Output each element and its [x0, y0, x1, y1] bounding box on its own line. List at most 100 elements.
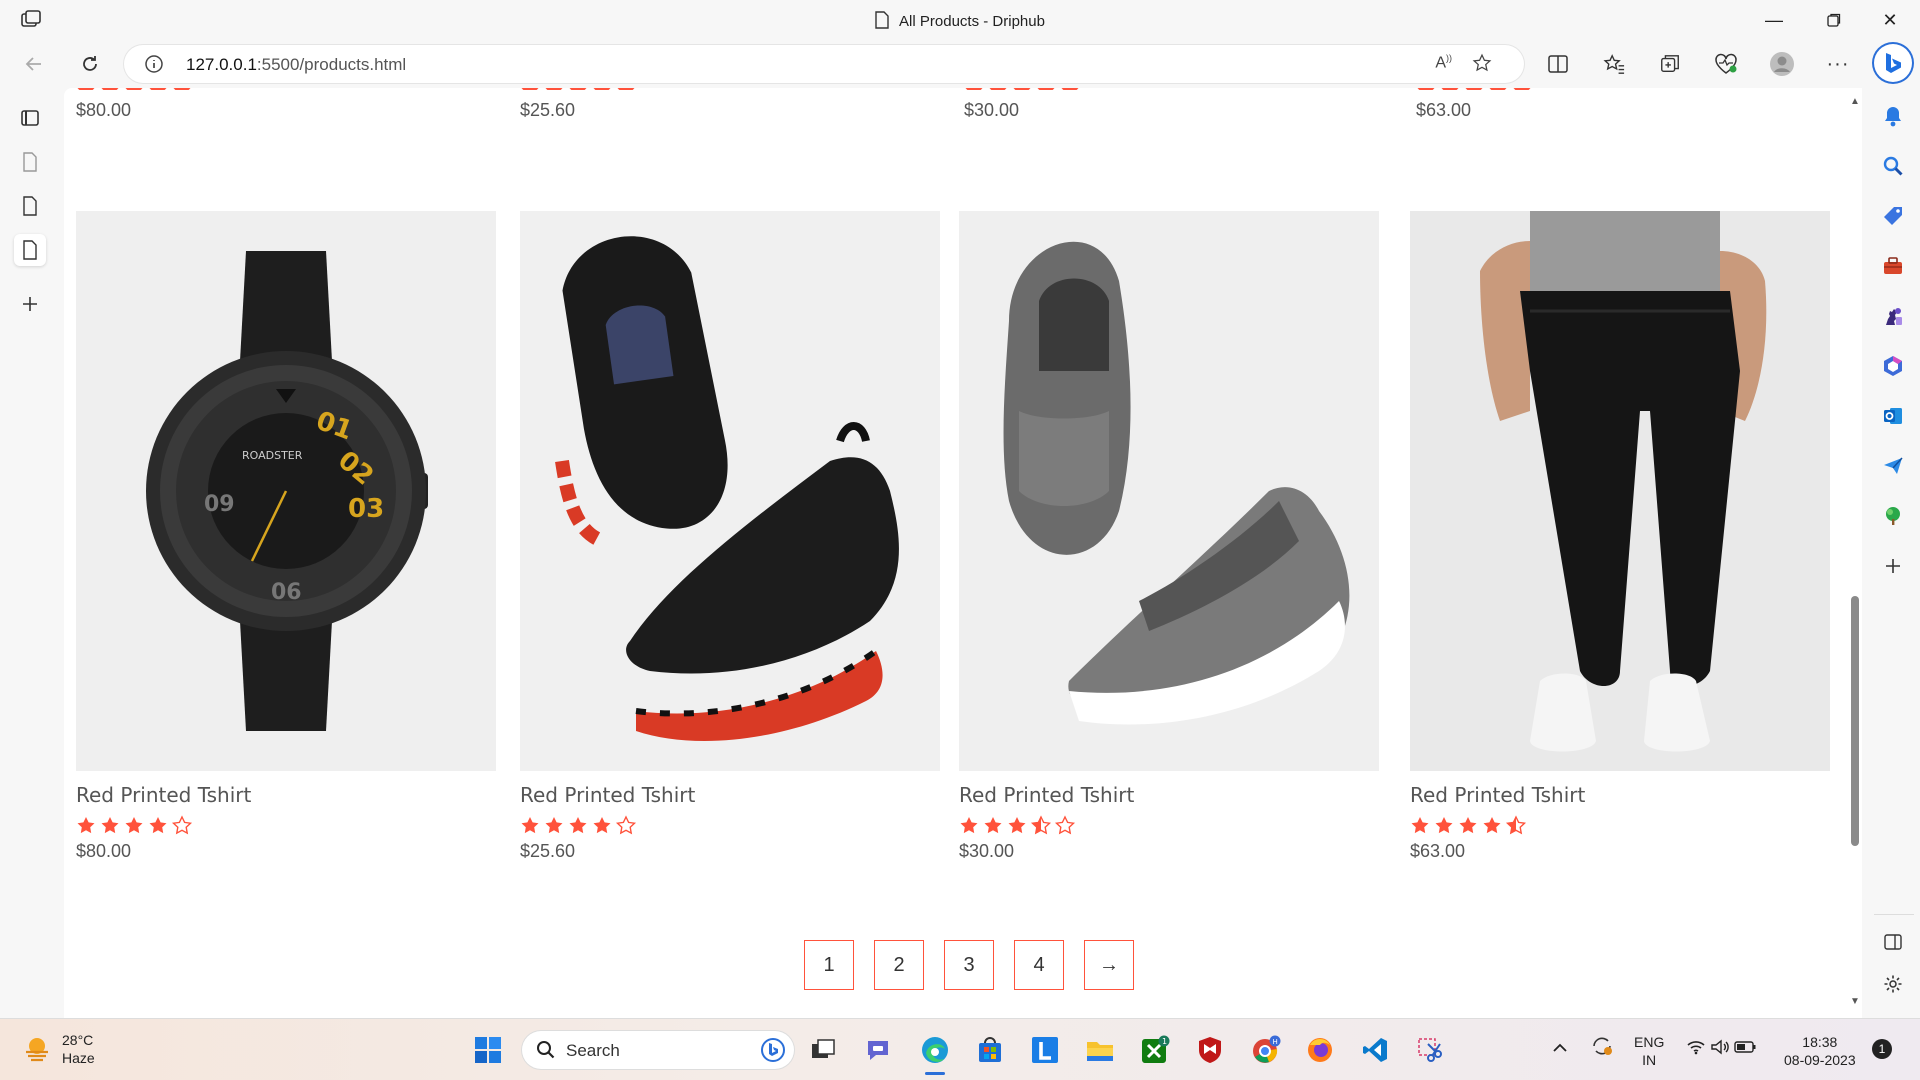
- restore-icon: [1827, 13, 1841, 27]
- product-price: $63.00: [1410, 841, 1466, 861]
- sidebar-settings-button[interactable]: [1879, 970, 1907, 998]
- microsoft-store-button[interactable]: [972, 1032, 1008, 1068]
- read-aloud-icon[interactable]: A)): [1435, 53, 1452, 72]
- chess-icon: [1886, 308, 1902, 325]
- product-card[interactable]: Red Printed Tshirt $30.00: [959, 211, 1379, 862]
- star-rating: [76, 88, 196, 90]
- quick-settings-button[interactable]: [1686, 1039, 1756, 1059]
- next-page-button[interactable]: →: [1084, 940, 1134, 990]
- vertical-tabs-strip: [0, 88, 60, 1018]
- chrome-button[interactable]: H: [1248, 1032, 1284, 1068]
- page-button-1[interactable]: 1: [804, 940, 854, 990]
- page-button-4[interactable]: 4: [1014, 940, 1064, 990]
- toolbox-icon: [1884, 257, 1902, 274]
- teams-chat-button[interactable]: [860, 1032, 896, 1068]
- more-menu-button[interactable]: ···: [1822, 48, 1854, 80]
- letter-l-icon: [1032, 1037, 1058, 1063]
- product-image-sneakers[interactable]: [520, 211, 940, 771]
- browser-essentials-button[interactable]: [1710, 48, 1742, 80]
- task-view-button[interactable]: [805, 1032, 841, 1068]
- plus-icon: [23, 297, 37, 311]
- xbox-icon: 1: [1142, 1035, 1170, 1063]
- site-info-icon[interactable]: [144, 54, 164, 74]
- l-app-button[interactable]: [1027, 1032, 1063, 1068]
- close-button[interactable]: ✕: [1868, 6, 1912, 34]
- profile-button[interactable]: [1766, 48, 1798, 80]
- tools-button[interactable]: [1879, 252, 1907, 280]
- edge-icon: [922, 1037, 948, 1063]
- microsoft-365-button[interactable]: [1879, 352, 1907, 380]
- search-sidebar-button[interactable]: [1879, 152, 1907, 180]
- store-icon: [979, 1037, 1001, 1062]
- restore-button[interactable]: [1812, 6, 1856, 34]
- edge-taskbar-button[interactable]: [917, 1032, 953, 1075]
- tab-active[interactable]: [14, 234, 46, 266]
- svg-text:06: 06: [271, 580, 302, 605]
- vscode-button[interactable]: [1357, 1032, 1393, 1068]
- scrollbar-thumb[interactable]: [1851, 596, 1859, 846]
- add-sidebar-app-button[interactable]: [1879, 552, 1907, 580]
- sun-haze-icon: [26, 1038, 48, 1062]
- product-image-watch[interactable]: ROADSTER 01 02 03 06 09: [76, 211, 496, 771]
- wifi-icon: [1687, 1041, 1705, 1055]
- url-path: :5500/products.html: [256, 55, 407, 74]
- new-tab-button[interactable]: [14, 288, 46, 320]
- product-image-slip-ons[interactable]: [959, 211, 1379, 771]
- url-text[interactable]: 127.0.0.1:5500/products.html: [186, 55, 406, 75]
- language-indicator[interactable]: ENG IN: [1634, 1033, 1664, 1069]
- product-card[interactable]: Red Printed Tshirt $25.60: [520, 211, 940, 862]
- scroll-up-icon[interactable]: ▲: [1850, 96, 1860, 107]
- product-card[interactable]: ROADSTER 01 02 03 06 09 Red Printed Tshi…: [76, 211, 496, 862]
- product-name[interactable]: Red Printed Tshirt: [1410, 783, 1830, 807]
- product-price: $30.00: [964, 100, 1020, 120]
- favorite-star-icon[interactable]: [1472, 53, 1492, 73]
- snipping-tool-button[interactable]: [1412, 1032, 1448, 1068]
- product-image-joggers[interactable]: [1410, 211, 1830, 771]
- shopping-button[interactable]: [1879, 202, 1907, 230]
- tab-2[interactable]: [14, 190, 46, 222]
- copilot-button[interactable]: [1874, 44, 1912, 82]
- product-name[interactable]: Red Printed Tshirt: [76, 783, 496, 807]
- mcafee-button[interactable]: [1192, 1032, 1228, 1068]
- tab-title: All Products - Driphub: [899, 13, 1045, 30]
- product-name[interactable]: Red Printed Tshirt: [520, 783, 940, 807]
- weather-temp: 28°C: [62, 1032, 94, 1048]
- clock[interactable]: 18:38 08-09-2023: [1784, 1033, 1856, 1069]
- favorites-button[interactable]: [1598, 48, 1630, 80]
- star-rating: [964, 88, 1084, 90]
- sync-status-button[interactable]: [1590, 1035, 1614, 1061]
- page-icon: [23, 196, 37, 216]
- collections-button[interactable]: [1654, 48, 1686, 80]
- drop-button[interactable]: [1879, 452, 1907, 480]
- hide-sidebar-button[interactable]: [1879, 928, 1907, 956]
- product-card[interactable]: Red Printed Tshirt $63.00: [1410, 211, 1830, 862]
- games-button[interactable]: [1879, 302, 1907, 330]
- minimize-button[interactable]: —: [1752, 6, 1796, 34]
- refresh-button[interactable]: [74, 48, 106, 80]
- tab-1[interactable]: [14, 146, 46, 178]
- notification-badge[interactable]: 1: [1872, 1039, 1892, 1059]
- taskbar-search[interactable]: Search: [522, 1031, 794, 1069]
- page-icon: [23, 240, 37, 260]
- show-hidden-icons-button[interactable]: [1552, 1039, 1568, 1057]
- search-icon: [1883, 156, 1903, 176]
- notifications-button[interactable]: [1879, 102, 1907, 130]
- scroll-down-icon[interactable]: ▼: [1850, 996, 1860, 1007]
- back-button[interactable]: [18, 48, 50, 80]
- file-explorer-button[interactable]: [1082, 1032, 1118, 1068]
- tab-actions-button[interactable]: [14, 102, 46, 134]
- product-name[interactable]: Red Printed Tshirt: [959, 783, 1379, 807]
- split-screen-button[interactable]: [1542, 48, 1574, 80]
- xbox-button[interactable]: 1: [1137, 1032, 1173, 1068]
- address-bar[interactable]: 127.0.0.1:5500/products.html A)): [124, 45, 1524, 83]
- outlook-button[interactable]: [1879, 402, 1907, 430]
- page-button-2[interactable]: 2: [874, 940, 924, 990]
- tree-button[interactable]: [1879, 502, 1907, 530]
- svg-text:03: 03: [348, 494, 384, 524]
- firefox-button[interactable]: [1302, 1032, 1338, 1068]
- page-scrollbar[interactable]: ▲ ▼: [1846, 88, 1862, 1018]
- page-button-3[interactable]: 3: [944, 940, 994, 990]
- weather-widget[interactable]: 28°C Haze: [22, 1031, 95, 1067]
- start-button[interactable]: [470, 1032, 506, 1068]
- m365-icon: [1884, 356, 1902, 376]
